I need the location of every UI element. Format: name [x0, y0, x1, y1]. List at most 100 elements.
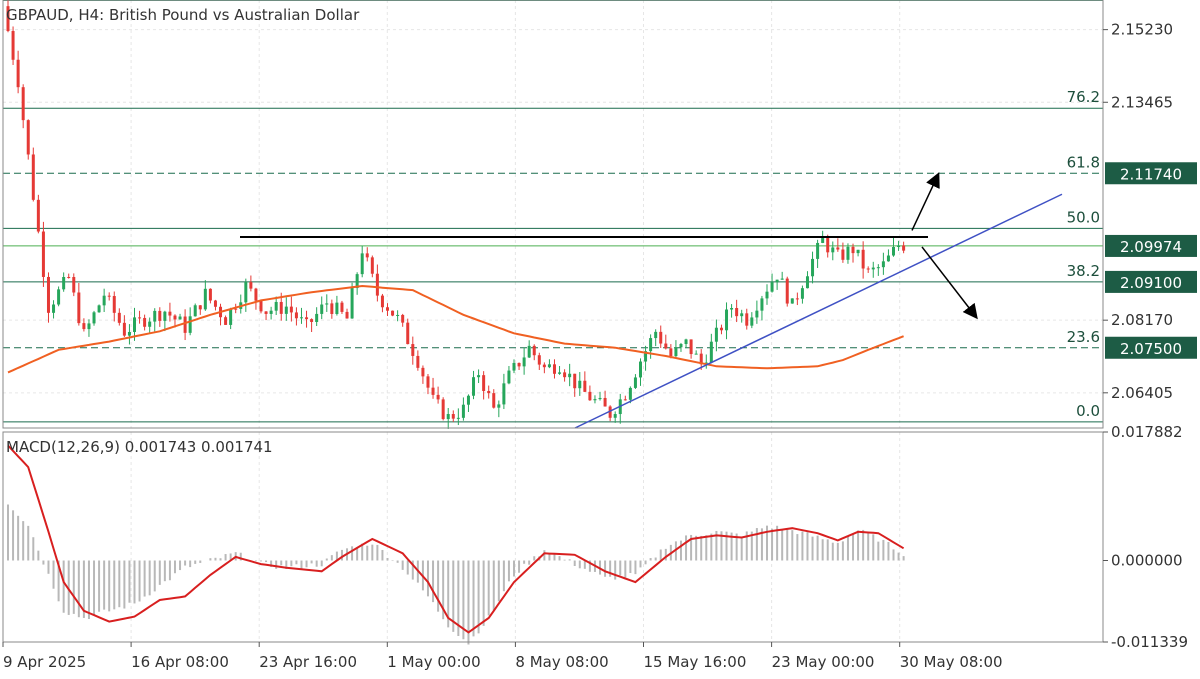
candle-body [173, 315, 177, 320]
candle [299, 307, 303, 324]
candle-body [628, 387, 632, 400]
candle [770, 273, 774, 293]
candle-body [674, 347, 678, 357]
moving-average-line [7, 284, 904, 374]
candle-body [466, 395, 470, 405]
candle [775, 279, 779, 290]
macd-panel [7, 444, 905, 645]
candle [573, 373, 577, 397]
candle [143, 314, 147, 331]
candle-body [613, 414, 617, 418]
candle [102, 288, 106, 313]
candle [704, 354, 708, 369]
candle-body [583, 380, 587, 392]
candle [340, 300, 344, 314]
candle-body [36, 199, 40, 232]
price-label: 2.09974 [1120, 238, 1182, 256]
candle-body [416, 355, 420, 368]
candle [330, 299, 334, 319]
candle [244, 278, 248, 312]
x-tick-label: 15 May 16:00 [644, 653, 747, 671]
candle [411, 336, 415, 365]
candle-body [249, 282, 253, 289]
candle [259, 299, 263, 314]
candle [633, 374, 637, 389]
candle [153, 308, 157, 332]
candle-body [816, 242, 820, 259]
candle-body [46, 276, 50, 313]
candle [502, 373, 506, 410]
candle [229, 307, 233, 330]
candle-body [67, 276, 71, 278]
candle-body [16, 59, 20, 88]
candles[interactable] [6, 0, 906, 429]
candle-body [370, 257, 374, 274]
chart-area[interactable]: 0.023.638.250.061.876.2100.0 2.152302.13… [0, 0, 1200, 675]
candle [547, 359, 551, 369]
candle [730, 304, 734, 318]
candle-body [719, 327, 723, 331]
candle-body [512, 362, 516, 371]
candle-body [365, 253, 369, 258]
candle [816, 239, 820, 268]
candle-body [568, 373, 572, 378]
candle [674, 340, 678, 359]
candle-body [811, 258, 815, 277]
candle-body [517, 362, 521, 367]
candle-body [138, 317, 142, 319]
candle-body [345, 311, 349, 319]
candle-body [441, 399, 445, 420]
candle [542, 362, 546, 374]
candle-body [902, 245, 906, 251]
y-tick-label: 2.06405 [1111, 384, 1173, 402]
candle-body [284, 306, 288, 314]
candle-body [563, 372, 567, 378]
candle-body [573, 373, 577, 389]
candle-body [795, 298, 799, 300]
candle-body [294, 312, 298, 319]
candle [305, 310, 309, 328]
candle [654, 329, 658, 347]
candle-body [456, 417, 460, 419]
candle [522, 347, 526, 375]
candle-body [714, 327, 718, 342]
candle [264, 311, 268, 321]
candle-body [325, 303, 329, 305]
candle-body [492, 393, 496, 408]
candle [613, 411, 617, 423]
candle-body [52, 304, 56, 313]
candle-body [122, 322, 126, 336]
candle [780, 271, 784, 280]
candle [421, 365, 425, 384]
candle-body [117, 312, 121, 323]
chart-svg[interactable]: 0.023.638.250.061.876.2100.0 2.152302.13… [0, 0, 1200, 675]
candle [178, 313, 182, 320]
candle [487, 385, 491, 399]
candle [274, 296, 278, 316]
candle-body [831, 247, 835, 253]
candle [391, 310, 395, 317]
candle [876, 264, 880, 276]
candle-body [558, 372, 562, 374]
candle-body [305, 317, 309, 320]
candle [892, 236, 895, 257]
candle-body [401, 314, 405, 323]
candle [31, 147, 35, 202]
candle-body [477, 375, 481, 378]
candle [380, 293, 384, 313]
candle-body [264, 311, 268, 314]
candle-body [856, 249, 860, 254]
candle-body [841, 249, 845, 260]
candle-body [765, 291, 769, 299]
fib-label-23.6: 23.6 [1067, 328, 1100, 346]
candle [740, 309, 744, 323]
candle [365, 247, 369, 262]
candle-body [208, 288, 212, 301]
candle [805, 271, 809, 289]
candle-body [406, 322, 410, 345]
candle [664, 334, 668, 350]
candle [507, 366, 511, 385]
candle-body [153, 310, 157, 322]
candle [370, 255, 374, 278]
candle-body [755, 310, 759, 318]
